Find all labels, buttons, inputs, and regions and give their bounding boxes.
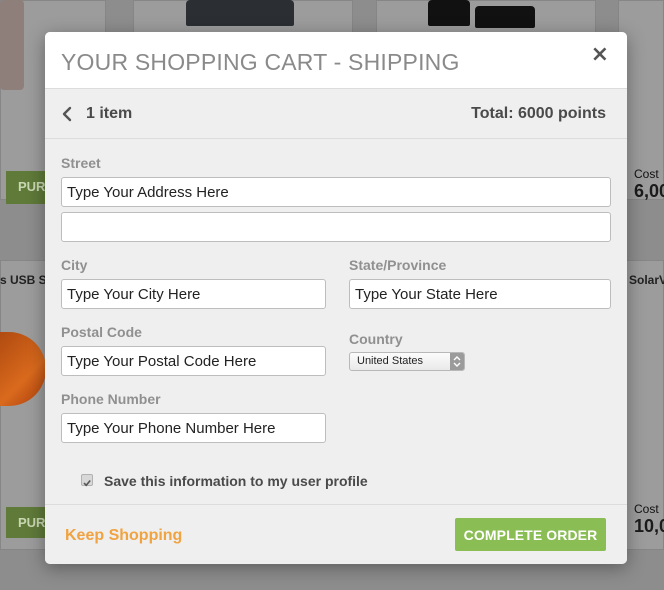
product-image [0,0,24,90]
purchase-button[interactable]: PURC [6,171,55,204]
phone-label: Phone Number [61,391,161,407]
product-name: SolarV [629,273,664,287]
complete-order-button[interactable]: COMPLETE ORDER [455,518,606,551]
shipping-form: Street City State/Province Postal Code C… [45,139,627,499]
modal-header: YOUR SHOPPING CART - SHIPPING × [45,32,627,89]
street-line1-input[interactable] [61,177,611,207]
save-profile-label: Save this information to my user profile [104,473,368,489]
close-icon[interactable]: × [591,44,609,66]
modal-title: YOUR SHOPPING CART - SHIPPING [61,49,460,75]
state-label: State/Province [349,257,447,273]
select-arrows-icon [450,353,464,370]
chevron-left-icon[interactable] [61,106,73,122]
cart-total: Total: 6000 points [471,105,606,122]
cost-label: Cost [634,502,659,516]
product-name: s USB S [0,273,47,287]
item-count: 1 item [86,105,133,122]
city-label: City [61,257,88,273]
country-select[interactable]: United States [349,352,465,371]
country-label: Country [349,331,403,347]
product-image [186,0,294,26]
street-label: Street [61,155,101,171]
postal-code-input[interactable] [61,346,326,376]
postal-code-label: Postal Code [61,324,142,340]
cart-summary: 1 item Total: 6000 points [45,89,627,139]
product-image [475,6,535,28]
keep-shopping-link[interactable]: Keep Shopping [65,527,182,545]
product-image [428,0,470,26]
phone-input[interactable] [61,413,326,443]
save-profile-checkbox[interactable] [81,474,93,487]
street-line2-input[interactable] [61,212,611,242]
modal-footer: Keep Shopping COMPLETE ORDER [45,504,627,564]
cost-value: 10,0 [634,516,664,536]
cost-value: 6,00 [634,181,664,201]
country-selected-value: United States [357,355,424,367]
city-input[interactable] [61,279,326,309]
check-icon [83,479,91,487]
purchase-button[interactable]: PURC [6,507,55,538]
state-input[interactable] [349,279,611,309]
cost-label: Cost [634,167,659,181]
shipping-modal: YOUR SHOPPING CART - SHIPPING × 1 item T… [45,32,627,564]
